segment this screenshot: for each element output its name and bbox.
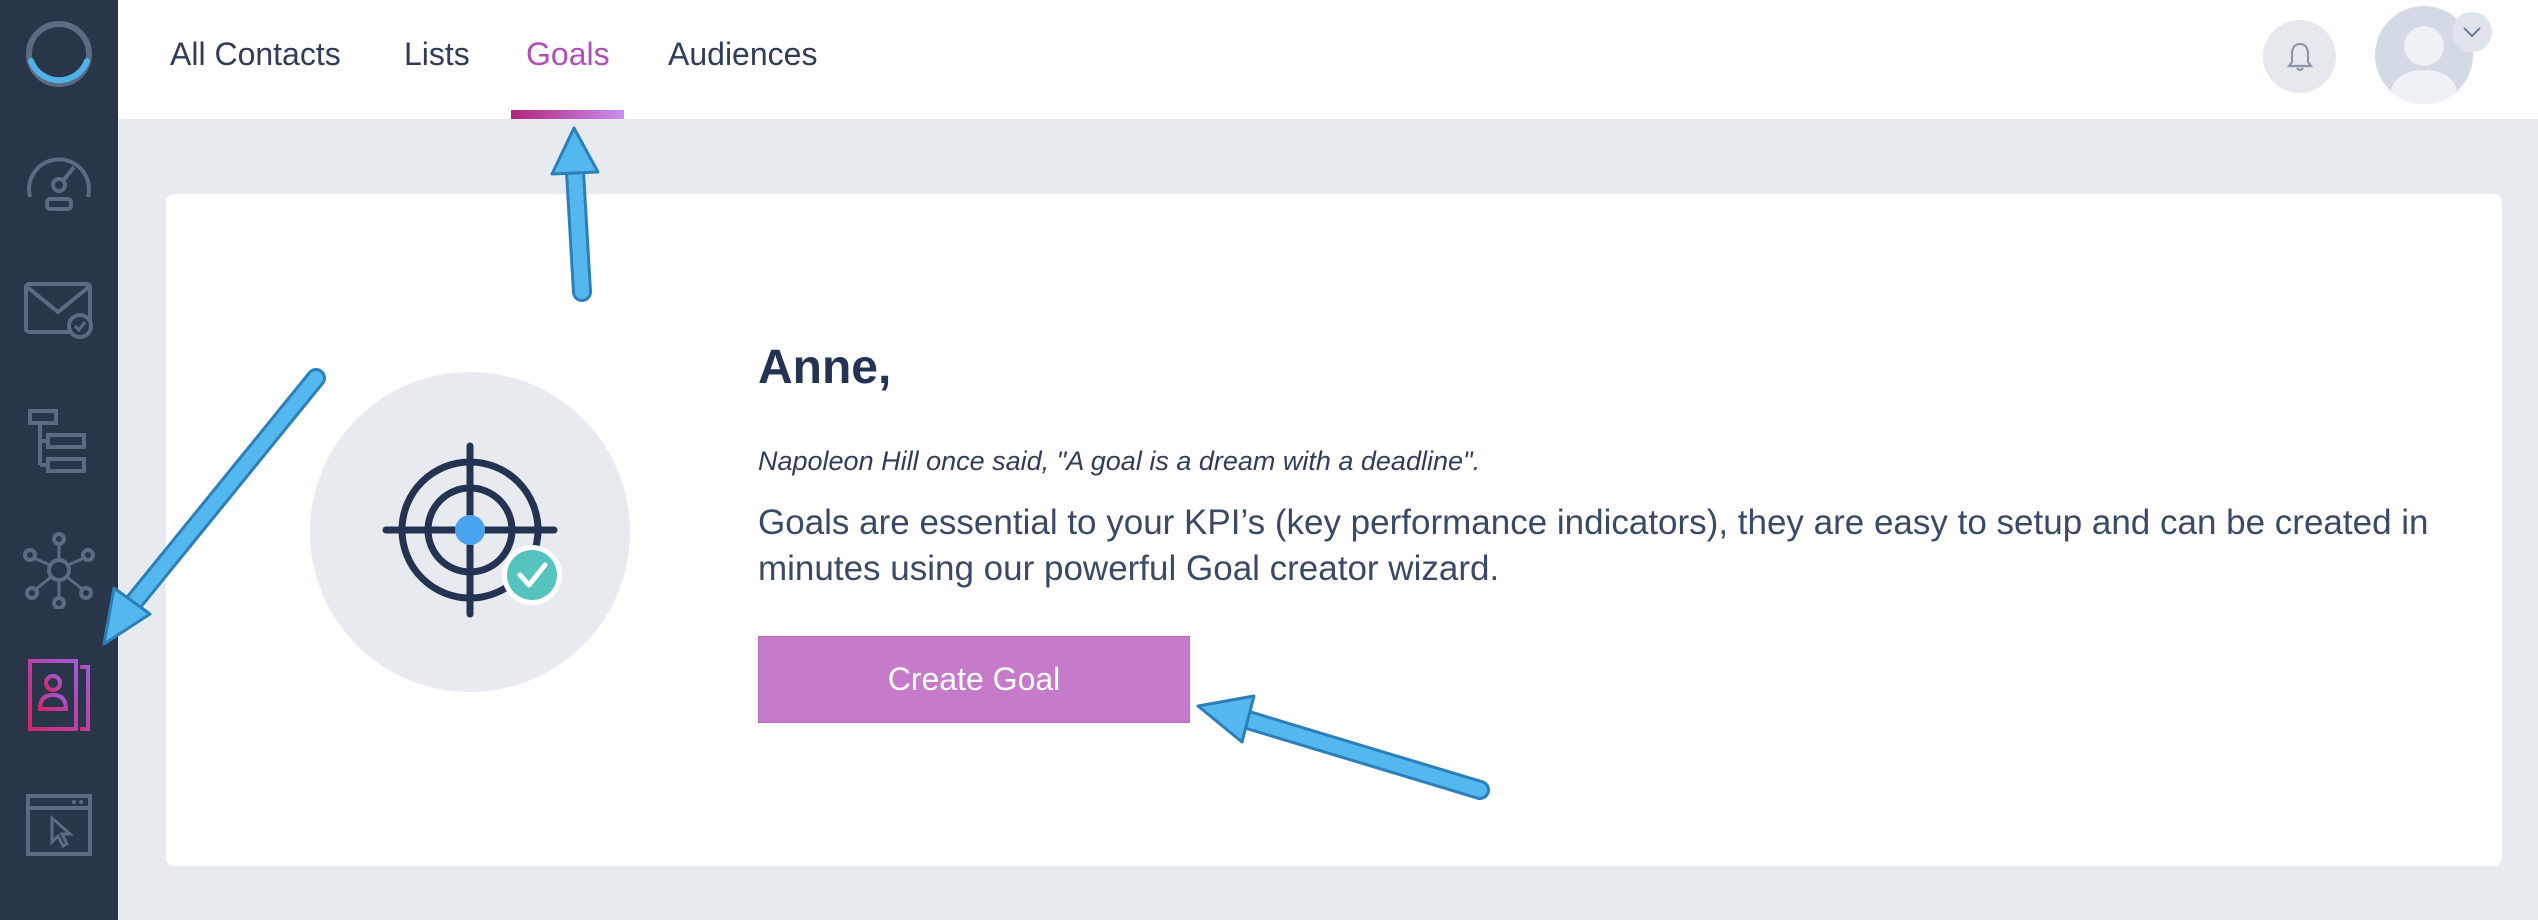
active-tab-indicator [511, 110, 624, 119]
quote-text: Napoleon Hill once said, "A goal is a dr… [758, 446, 1481, 476]
tab-goals[interactable]: Goals [526, 0, 610, 119]
tab-all-contacts[interactable]: All Contacts [170, 0, 341, 119]
browser-cursor-icon[interactable] [0, 775, 118, 875]
logo-ring-icon[interactable] [0, 4, 118, 104]
account-menu-button[interactable] [2452, 12, 2492, 52]
target-check-illustration [310, 372, 630, 692]
workflow-icon[interactable] [0, 390, 118, 490]
create-goal-button[interactable]: Create Goal [758, 636, 1190, 723]
bell-icon [2286, 42, 2313, 71]
network-icon[interactable] [0, 520, 118, 620]
goals-description: Goals are essential to your KPI’s (key p… [758, 503, 2429, 588]
dashboard-gauge-icon[interactable] [0, 130, 118, 230]
email-icon[interactable] [0, 260, 118, 360]
tab-lists[interactable]: Lists [404, 0, 470, 119]
target-check-icon [382, 442, 562, 618]
greeting-heading: Anne, [758, 341, 892, 394]
notifications-button[interactable] [2263, 20, 2336, 93]
top-nav-bar [118, 0, 2538, 119]
chevron-down-icon [2463, 27, 2481, 38]
contacts-icon[interactable] [0, 645, 118, 745]
sidebar [0, 0, 118, 920]
tab-audiences[interactable]: Audiences [668, 0, 817, 119]
